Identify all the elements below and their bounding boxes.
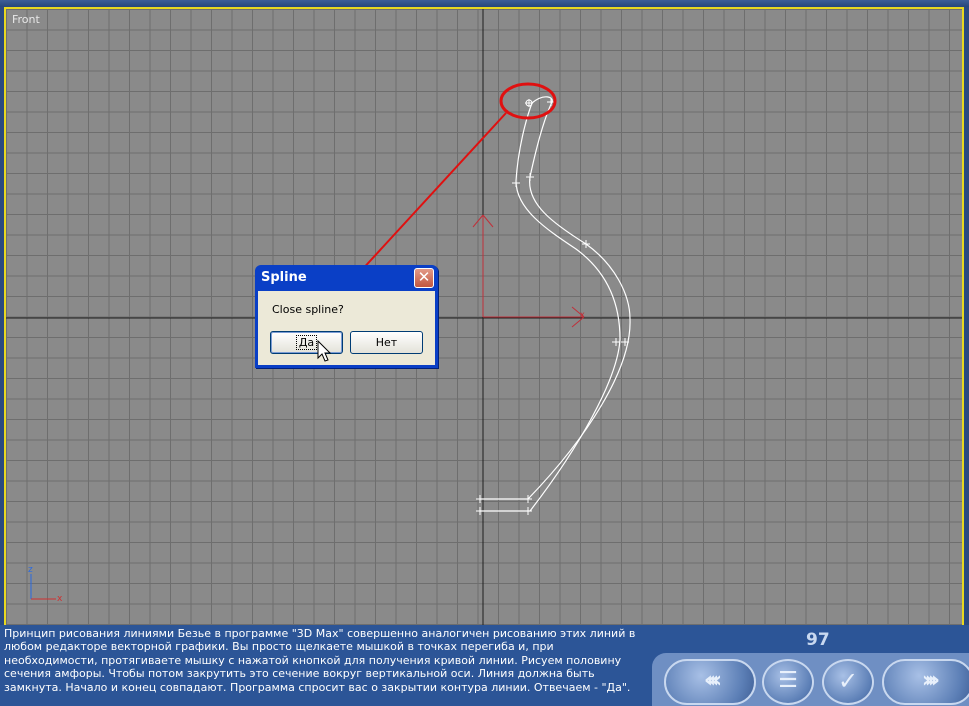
vertex-marker[interactable] [526,173,534,181]
front-viewport[interactable]: Front z x x [4,7,964,627]
gizmo-x-label: x [580,310,585,319]
previous-page-button[interactable]: ‹‹‹‹ [664,659,756,705]
scene-canvas: z x x [6,9,962,625]
dialog-message: Close spline? [272,303,344,316]
close-spline-dialog[interactable]: Spline ✕ Close spline? Да Нет [255,265,438,368]
page-number: 97 [806,630,830,650]
mouse-pointer-icon [317,340,332,362]
dialog-body: Close spline? Да Нет [258,291,435,365]
amphora-spline[interactable] [480,96,631,512]
vertex-marker[interactable] [612,338,620,346]
spline-vertices[interactable] [476,98,629,515]
yes-button-label: Да [295,335,318,350]
no-button[interactable]: Нет [350,331,423,354]
axis-tripod: z x [28,565,63,604]
caption-text: Принцип рисования линиями Безье в програ… [4,627,636,694]
check-button[interactable]: ✓ [822,659,874,705]
axis-x-label: x [57,594,63,604]
vertex-marker[interactable] [524,507,532,515]
vertex-marker[interactable] [525,99,533,107]
vertex-marker[interactable] [512,179,520,187]
annotation-arrow [347,112,507,286]
next-page-button[interactable]: ›››› [882,659,969,705]
contents-menu-button[interactable]: ☰ [762,659,814,705]
navigation-bar: ‹‹‹‹ ☰ ✓ ›››› [652,653,969,706]
dialog-title: Spline [261,270,307,285]
axis-z-label: z [28,565,33,575]
caption-panel: Принцип рисования линиями Безье в програ… [0,625,969,706]
top-strip [0,0,969,7]
close-icon[interactable]: ✕ [414,268,434,288]
